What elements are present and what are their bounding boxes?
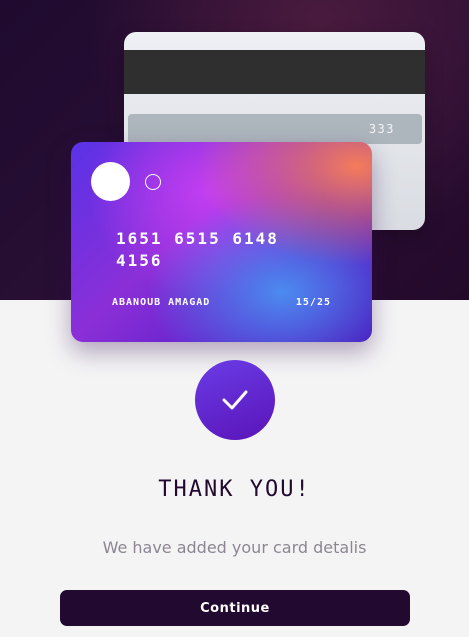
- magnetic-stripe: [124, 50, 425, 94]
- thank-you-title: THANK YOU!: [158, 477, 311, 502]
- card-expiry: 15/25: [295, 297, 331, 308]
- card-holder-name: ABANOUB AMAGAD: [112, 297, 211, 308]
- card-front: 1651 6515 6148 4156 ABANOUB AMAGAD 15/25: [71, 142, 372, 342]
- card-logo-circle-icon: [91, 162, 130, 201]
- checkmark-icon: [222, 390, 248, 410]
- card-logo-ring-icon: [145, 174, 161, 190]
- success-badge: [195, 360, 275, 440]
- confirmation-message: We have added your card detalis: [102, 538, 367, 557]
- continue-button[interactable]: Continue: [60, 590, 410, 626]
- card-number: 1651 6515 6148 4156: [116, 229, 279, 270]
- card-cvc: 333: [368, 122, 395, 136]
